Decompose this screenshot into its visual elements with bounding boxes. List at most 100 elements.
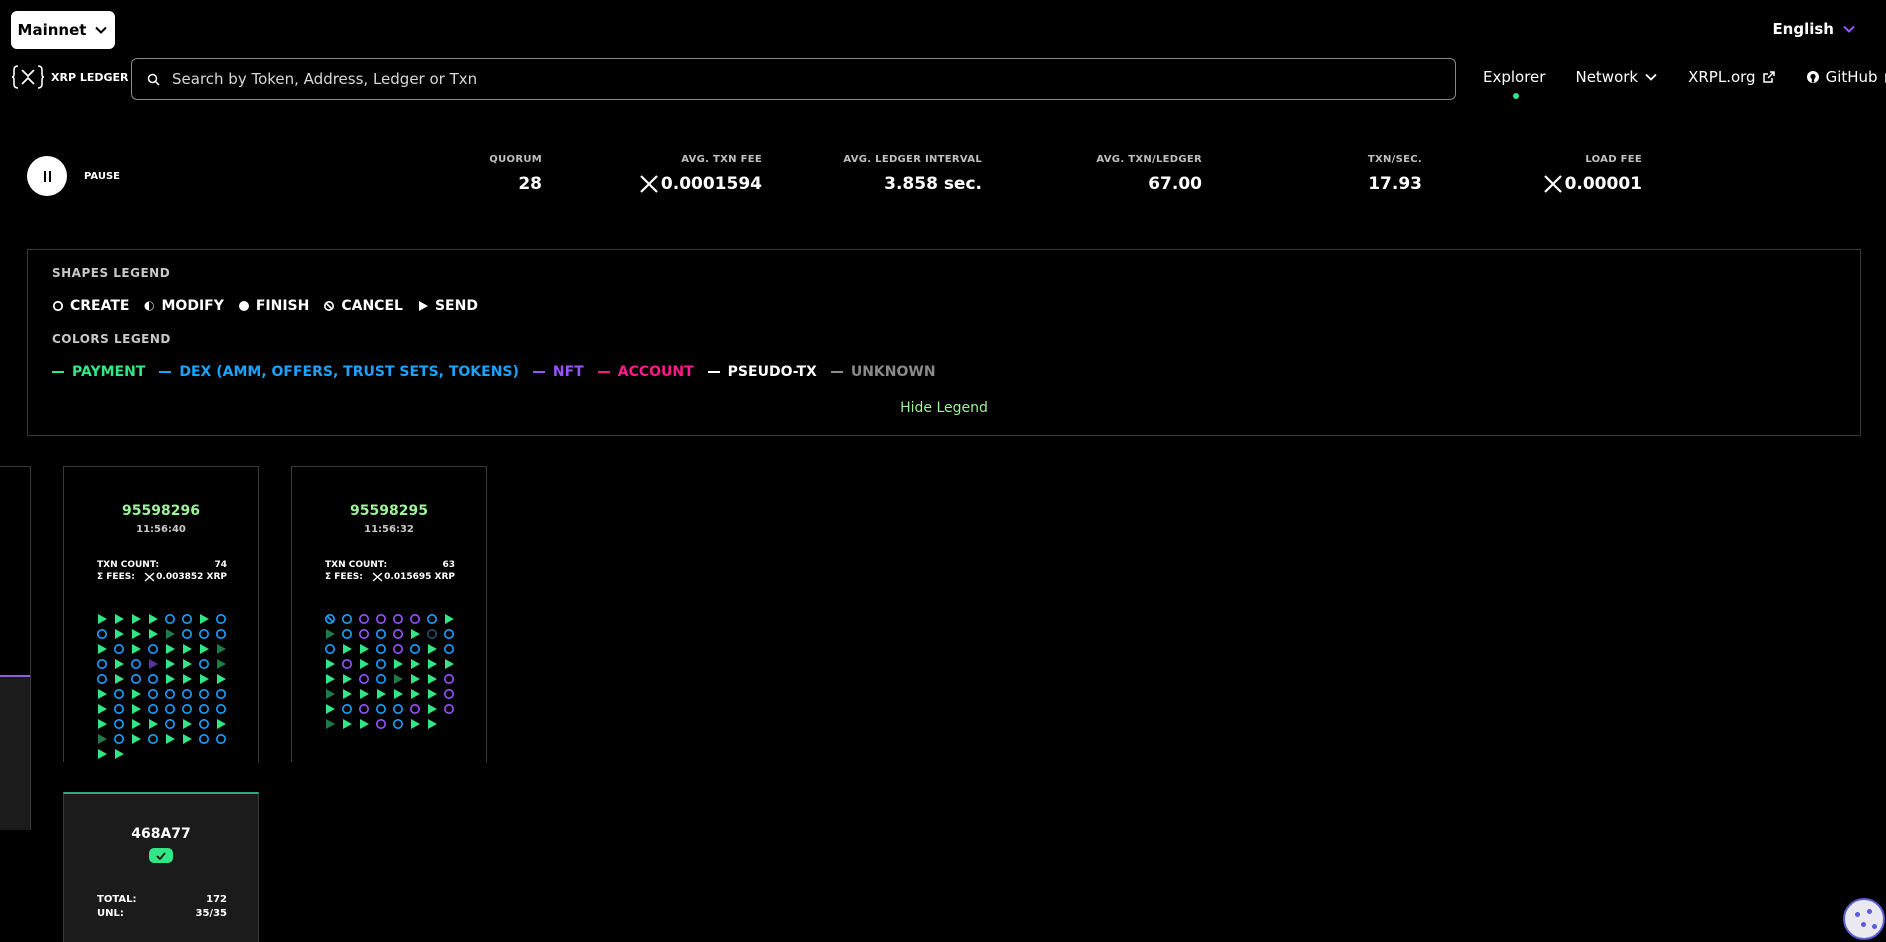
txn-send-icon[interactable]	[183, 659, 192, 669]
txn-create-icon[interactable]	[147, 673, 158, 684]
pause-control[interactable]: PAUSE	[27, 156, 120, 196]
txn-send-icon[interactable]	[411, 674, 420, 684]
txn-create-icon[interactable]	[216, 704, 227, 715]
txn-send-icon[interactable]	[132, 629, 141, 639]
hide-legend-button[interactable]: Hide Legend	[28, 400, 1860, 416]
txn-send-icon[interactable]	[326, 719, 335, 729]
txn-send-icon[interactable]	[411, 629, 420, 639]
txn-send-icon[interactable]	[428, 644, 437, 654]
search-bar[interactable]: Search by Token, Address, Ledger or Txn	[131, 58, 1456, 100]
txn-send-icon[interactable]	[115, 749, 124, 759]
txn-send-icon[interactable]	[343, 719, 352, 729]
txn-send-icon[interactable]	[377, 689, 386, 699]
txn-send-icon[interactable]	[394, 689, 403, 699]
txn-send-icon[interactable]	[183, 719, 192, 729]
txn-send-icon[interactable]	[149, 629, 158, 639]
txn-send-icon[interactable]	[115, 614, 124, 624]
txn-create-icon[interactable]	[165, 614, 176, 624]
txn-create-icon[interactable]	[410, 614, 421, 624]
txn-send-icon[interactable]	[98, 719, 107, 729]
txn-create-icon[interactable]	[147, 689, 158, 700]
txn-send-icon[interactable]	[445, 659, 454, 669]
txn-create-icon[interactable]	[393, 643, 404, 654]
txn-send-icon[interactable]	[445, 614, 454, 624]
txn-create-icon[interactable]	[358, 629, 369, 639]
txn-create-icon[interactable]	[375, 719, 386, 730]
nav-github[interactable]: GitHub	[1806, 68, 1886, 86]
txn-send-icon[interactable]	[115, 674, 124, 684]
txn-send-icon[interactable]	[428, 719, 437, 729]
txn-send-icon[interactable]	[115, 629, 124, 639]
txn-send-icon[interactable]	[326, 689, 335, 699]
txn-create-icon[interactable]	[182, 614, 193, 624]
txn-create-icon[interactable]	[182, 689, 193, 700]
txn-create-icon[interactable]	[427, 614, 438, 624]
txn-create-icon[interactable]	[358, 614, 369, 624]
txn-create-icon[interactable]	[216, 689, 227, 700]
ledger-card[interactable]: 95598295 11:56:32 TXN COUNT: 63 Σ FEES: 0…	[291, 466, 487, 762]
txn-create-icon[interactable]	[113, 643, 124, 654]
txn-create-icon[interactable]	[375, 643, 386, 654]
txn-create-icon[interactable]	[375, 673, 386, 684]
txn-send-icon[interactable]	[166, 674, 175, 684]
txn-send-icon[interactable]	[115, 659, 124, 669]
txn-send-icon[interactable]	[98, 704, 107, 714]
txn-create-icon[interactable]	[393, 719, 404, 730]
txn-send-icon[interactable]	[149, 719, 158, 729]
nav-network[interactable]: Network	[1575, 68, 1658, 86]
txn-send-icon[interactable]	[98, 734, 107, 744]
txn-send-icon[interactable]	[200, 644, 209, 654]
txn-create-icon[interactable]	[341, 629, 352, 639]
txn-send-icon[interactable]	[166, 734, 175, 744]
ledger-index[interactable]: 95598296	[64, 503, 258, 519]
txn-create-icon[interactable]	[216, 614, 227, 624]
txn-create-icon[interactable]	[147, 704, 158, 715]
txn-create-icon[interactable]	[393, 614, 404, 624]
txn-create-icon[interactable]	[165, 689, 176, 700]
pause-icon[interactable]	[27, 156, 67, 196]
txn-send-icon[interactable]	[360, 689, 369, 699]
txn-create-icon[interactable]	[393, 704, 404, 715]
txn-send-icon[interactable]	[411, 689, 420, 699]
txn-create-icon[interactable]	[375, 658, 386, 669]
txn-create-icon[interactable]	[444, 689, 455, 700]
txn-send-icon[interactable]	[183, 644, 192, 654]
txn-send-icon[interactable]	[98, 689, 107, 699]
nav-xrplorg[interactable]: XRPL.org	[1688, 68, 1775, 86]
txn-create-icon[interactable]	[97, 629, 107, 639]
txn-create-icon[interactable]	[358, 673, 369, 684]
txn-create-icon[interactable]	[444, 643, 455, 654]
txn-send-icon[interactable]	[343, 644, 352, 654]
txn-create-icon[interactable]	[375, 629, 386, 639]
txn-send-icon[interactable]	[166, 629, 175, 639]
txn-create-icon[interactable]	[199, 629, 210, 639]
txn-send-icon[interactable]	[149, 659, 158, 669]
txn-send-icon[interactable]	[411, 659, 420, 669]
txn-send-icon[interactable]	[428, 704, 437, 714]
txn-send-icon[interactable]	[166, 659, 175, 669]
txn-create-icon[interactable]	[325, 643, 335, 654]
txn-send-icon[interactable]	[326, 659, 335, 669]
txn-create-icon[interactable]	[216, 734, 227, 745]
txn-send-icon[interactable]	[428, 674, 437, 684]
txn-send-icon[interactable]	[132, 689, 141, 699]
search-input[interactable]: Search by Token, Address, Ledger or Txn	[172, 70, 477, 88]
txn-create-icon[interactable]	[341, 704, 352, 715]
txn-create-icon[interactable]	[199, 704, 210, 715]
txn-create-icon[interactable]	[113, 734, 124, 745]
txn-send-icon[interactable]	[411, 719, 420, 729]
txn-create-icon[interactable]	[393, 629, 404, 639]
txn-create-icon[interactable]	[410, 643, 421, 654]
txn-create-icon[interactable]	[199, 658, 210, 669]
ledger-index[interactable]: 95598295	[292, 503, 486, 519]
txn-send-icon[interactable]	[217, 674, 226, 684]
txn-create-icon[interactable]	[444, 704, 455, 715]
txn-send-icon[interactable]	[149, 614, 158, 624]
ledger-card[interactable]: 95598296 11:56:40 TXN COUNT: 74 Σ FEES: 0…	[63, 466, 259, 762]
txn-create-icon[interactable]	[427, 629, 438, 639]
txn-send-icon[interactable]	[428, 659, 437, 669]
txn-create-icon[interactable]	[341, 658, 352, 669]
txn-send-icon[interactable]	[200, 614, 209, 624]
txn-create-icon[interactable]	[97, 673, 107, 684]
txn-send-icon[interactable]	[343, 689, 352, 699]
